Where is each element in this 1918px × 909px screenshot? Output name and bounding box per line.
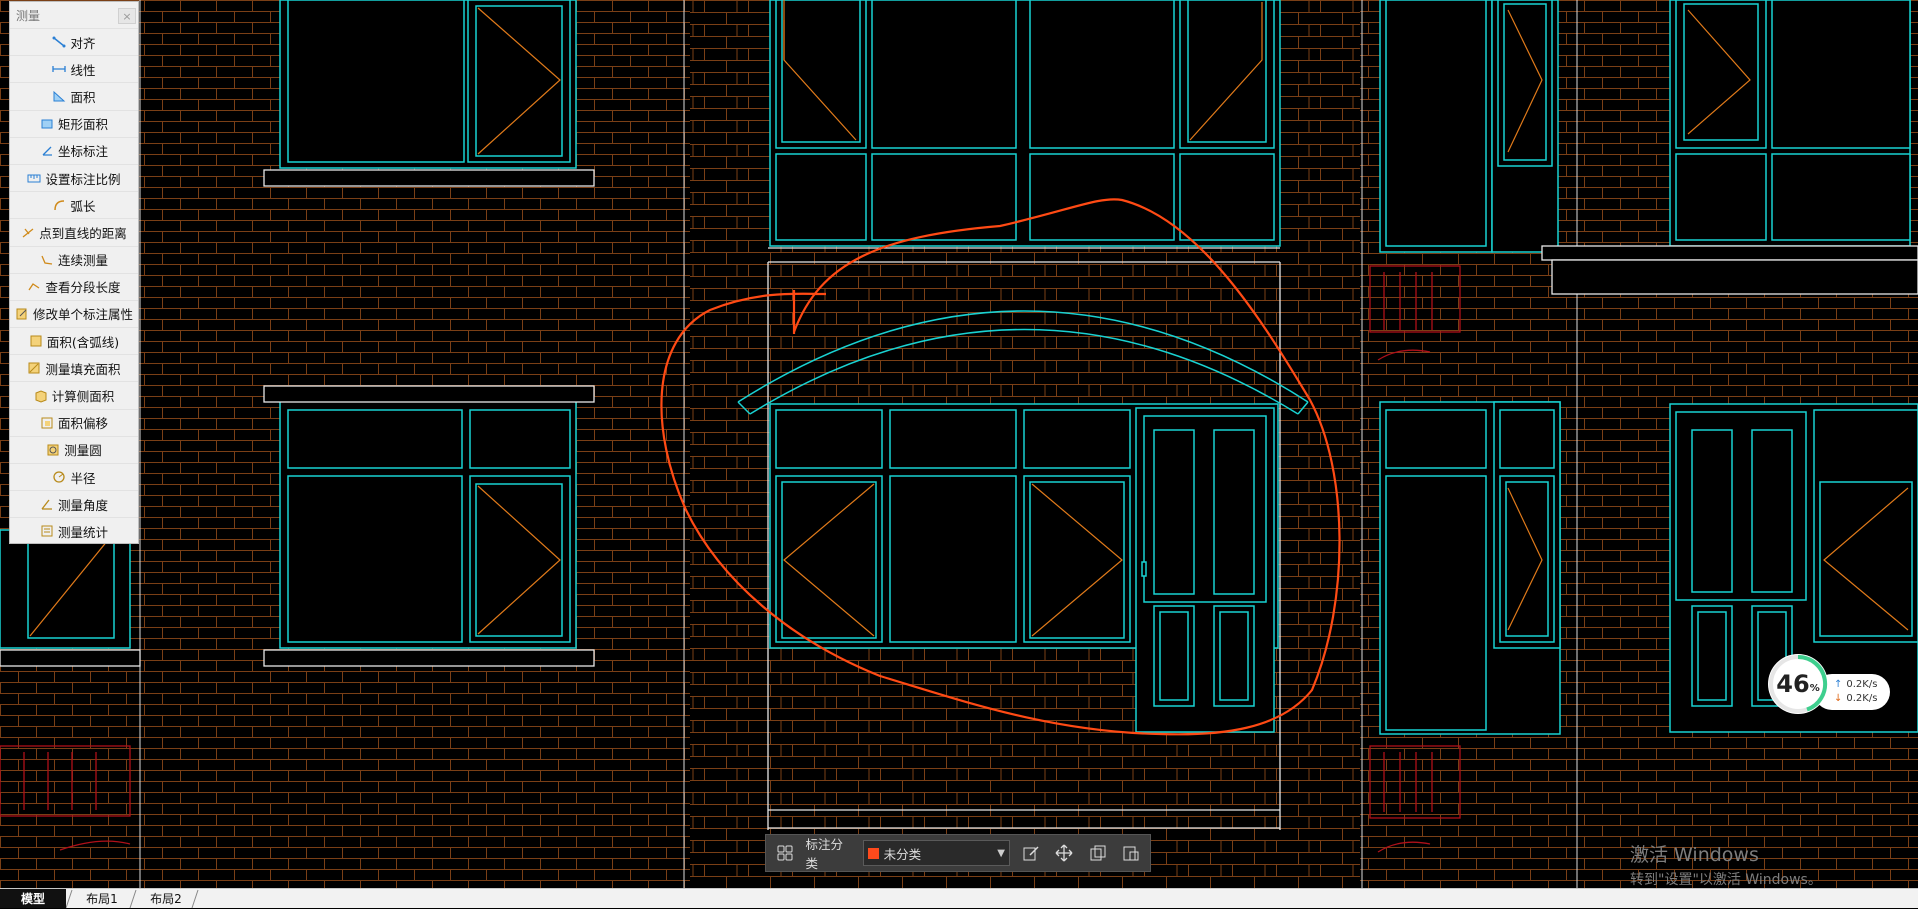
annotation-category-value: 未分类 <box>883 846 922 862</box>
menu-item-label: 弧长 <box>70 198 96 214</box>
radius-icon <box>52 470 66 484</box>
speed-percent-circle: 46% <box>1768 654 1828 714</box>
menu-item-label: 计算侧面积 <box>51 389 115 405</box>
menu-item-label: 面积(含弧线) <box>46 334 120 350</box>
upload-speed: 0.2K/s <box>1846 679 1878 690</box>
move-icon[interactable] <box>1051 840 1077 866</box>
speed-percent-sign: % <box>1809 682 1820 694</box>
panel-title-text: 测量 <box>16 8 41 23</box>
menu-item-segment[interactable]: 查看分段长度 <box>10 272 138 300</box>
upload-arrow-icon: ↑ <box>1834 679 1843 690</box>
menu-item-scale[interactable]: 设置标注比例 <box>10 163 138 191</box>
close-icon[interactable]: × <box>118 8 136 24</box>
point-line-distance-icon <box>21 225 35 239</box>
menu-item-label: 面积 <box>70 89 96 105</box>
menu-item-label: 测量统计 <box>57 524 108 540</box>
tab-layout2[interactable]: 布局2 <box>136 889 196 908</box>
windows-activation-watermark: 激活 Windows 转到"设置"以激活 Windows。 <box>1630 840 1822 889</box>
tab-model[interactable]: 模型 <box>0 889 66 908</box>
paste-icon[interactable] <box>1119 840 1145 866</box>
speed-percent: 46 <box>1776 670 1810 698</box>
menu-item-fill-area[interactable]: 测量填充面积 <box>10 354 138 381</box>
menu-item-label: 测量填充面积 <box>45 361 121 377</box>
fill-area-icon <box>27 361 41 375</box>
menu-item-label: 连续测量 <box>57 253 108 269</box>
coordinate-icon <box>40 144 54 158</box>
menu-item-label: 测量角度 <box>57 497 108 513</box>
upload-row: ↑ 0.2K/s <box>1834 679 1877 690</box>
arc-length-icon <box>52 198 66 212</box>
scale-icon <box>27 171 41 185</box>
menu-item-label: 修改单个标注属性 <box>32 307 133 323</box>
menu-item-angle[interactable]: 测量角度 <box>10 490 138 517</box>
measure-panel-title: 测量 × <box>10 2 138 28</box>
menu-item-label: 面积偏移 <box>57 416 108 432</box>
chevron-down-icon: ▼ <box>997 847 1005 859</box>
menu-item-label: 矩形面积 <box>57 117 108 133</box>
download-speed: 0.2K/s <box>1846 693 1878 704</box>
download-arrow-icon: ↓ <box>1834 693 1843 704</box>
copy-icon[interactable] <box>1085 840 1111 866</box>
menu-item-point-line[interactable]: 点到直线的距离 <box>10 218 138 245</box>
angle-icon <box>40 497 54 511</box>
measure-menu: 对齐 线性 面积 矩形面积 坐标标注 设置标注比例 弧长 点到直线的距离 连续测… <box>10 28 138 545</box>
menu-item-label: 线性 <box>70 62 96 78</box>
area-offset-icon <box>40 416 54 430</box>
continuous-measure-icon <box>40 253 54 267</box>
menu-item-continuous[interactable]: 连续测量 <box>10 245 138 273</box>
menu-item-side-area[interactable]: 计算侧面积 <box>10 381 138 408</box>
right-ledges <box>1541 245 1918 295</box>
menu-item-label: 测量圆 <box>64 443 102 459</box>
measure-panel: 测量 × 对齐 线性 面积 矩形面积 坐标标注 设置标注比例 弧长 点到直线的距… <box>9 1 139 544</box>
watermark-line1: 激活 Windows <box>1630 844 1759 866</box>
grid-icon[interactable] <box>772 840 798 866</box>
align-measure-icon <box>52 35 66 49</box>
menu-item-label: 查看分段长度 <box>45 280 121 296</box>
menu-item-label: 坐标标注 <box>57 144 108 160</box>
annotation-category-select[interactable]: 未分类 ▼ <box>862 840 1010 866</box>
menu-item-align[interactable]: 对齐 <box>10 28 138 55</box>
linear-measure-icon <box>52 62 67 76</box>
menu-item-edit-annotation[interactable]: 修改单个标注属性 <box>10 299 138 327</box>
arc-area-icon <box>29 334 43 348</box>
menu-item-radius[interactable]: 半径 <box>10 463 138 490</box>
side-area-icon <box>34 389 48 403</box>
download-row: ↓ 0.2K/s <box>1834 693 1877 704</box>
middle-upper-windows <box>769 0 1281 247</box>
menu-item-rect-area[interactable]: 矩形面积 <box>10 109 138 137</box>
menu-item-linear[interactable]: 线性 <box>10 55 138 82</box>
menu-item-label: 设置标注比例 <box>45 171 121 187</box>
menu-item-coordinate[interactable]: 坐标标注 <box>10 136 138 164</box>
layout-tabs: 模型 布局1 布局2 <box>0 888 1918 909</box>
edit-annotation-icon <box>15 307 29 321</box>
statistics-icon <box>40 524 54 538</box>
menu-item-area[interactable]: 面积 <box>10 82 138 109</box>
category-color-swatch <box>867 847 879 859</box>
tab-layout1[interactable]: 布局1 <box>72 889 132 908</box>
circle-measure-icon <box>46 443 60 457</box>
cad-drawing-canvas[interactable] <box>0 0 1918 888</box>
menu-item-arc-area[interactable]: 面积(含弧线) <box>10 327 138 354</box>
menu-item-area-offset[interactable]: 面积偏移 <box>10 408 138 436</box>
watermark-line2: 转到"设置"以激活 Windows。 <box>1630 872 1822 888</box>
menu-item-label: 半径 <box>70 470 96 486</box>
annotation-toolbar: 标注分类 未分类 ▼ <box>765 834 1151 872</box>
area-icon <box>52 89 66 103</box>
menu-item-label: 点到直线的距离 <box>39 225 127 241</box>
segment-length-icon <box>27 280 41 294</box>
annotation-category-label: 标注分类 <box>805 837 844 871</box>
menu-item-statistics[interactable]: 测量统计 <box>10 517 138 544</box>
menu-item-arc-length[interactable]: 弧长 <box>10 191 138 218</box>
edit-icon[interactable] <box>1018 840 1044 866</box>
menu-item-label: 对齐 <box>70 35 96 51</box>
rect-area-icon <box>40 117 54 131</box>
menu-item-circle[interactable]: 测量圆 <box>10 435 138 463</box>
